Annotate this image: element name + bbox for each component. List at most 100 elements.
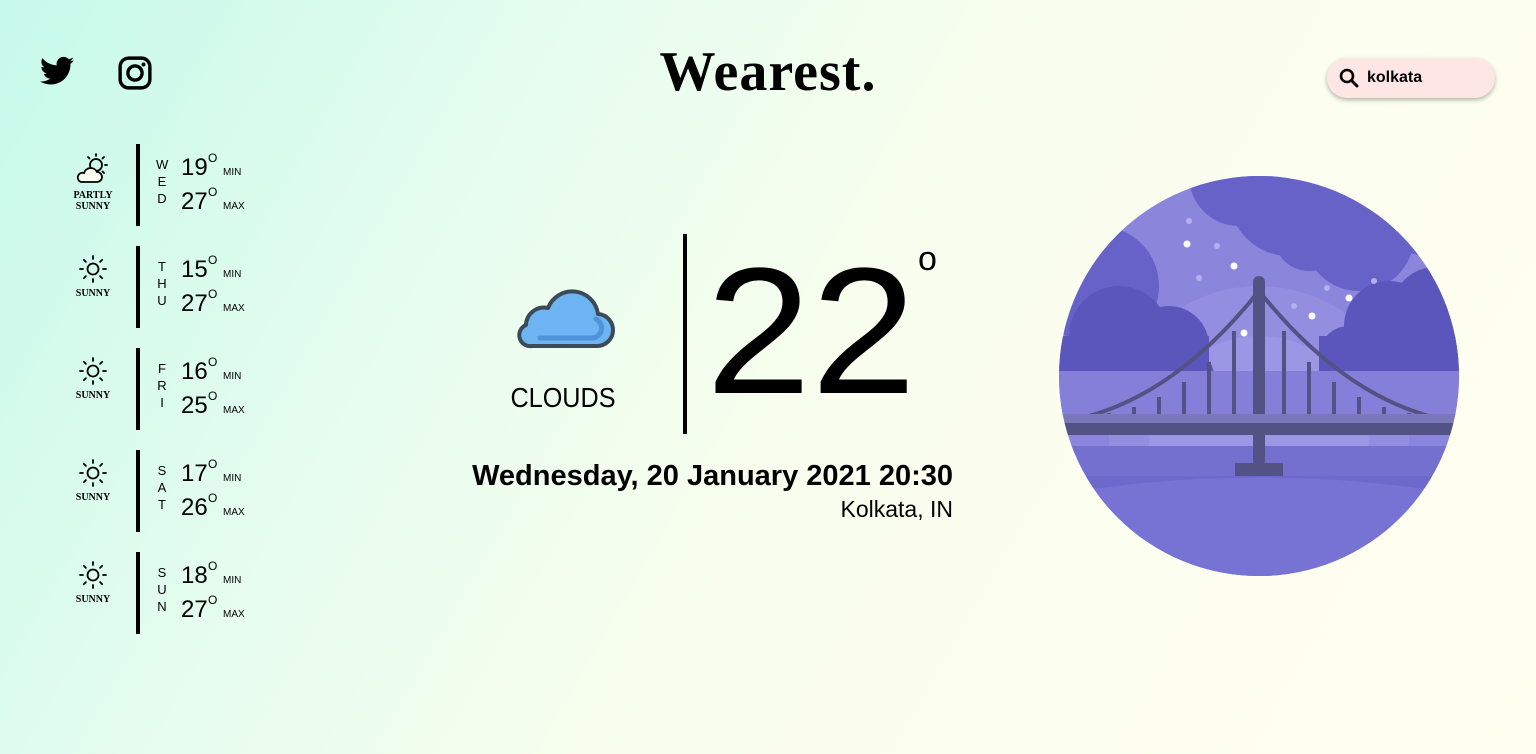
max-label: MAX	[223, 507, 245, 518]
forecast-condition-label: PARTLY SUNNY	[73, 190, 113, 212]
min-temp-value: 15	[181, 256, 208, 283]
min-label: MIN	[223, 269, 242, 280]
day-letter: R	[157, 378, 167, 393]
current-condition: CLOUDS	[510, 382, 616, 413]
forecast-condition: SUNNY	[64, 246, 122, 299]
max-temp: 26 O MAX	[181, 491, 271, 528]
day-letter: H	[157, 276, 167, 291]
forecast-divider	[136, 348, 140, 430]
forecast-day: SUNNY S A T 17 O MIN 26 O MAX	[64, 450, 264, 532]
forecast-divider	[136, 246, 140, 328]
max-label: MAX	[223, 201, 245, 212]
min-label: MIN	[223, 371, 242, 382]
max-label: MAX	[223, 303, 245, 314]
degree-symbol: O	[208, 457, 218, 471]
forecast-day: PARTLY SUNNY W E D 19 O MIN 27 O MAX	[64, 144, 264, 226]
day-letter: I	[160, 395, 164, 410]
cloud-icon	[517, 289, 615, 349]
search-box[interactable]	[1327, 58, 1495, 98]
min-label: MIN	[223, 575, 242, 586]
current-location: Kolkata, IN	[840, 496, 954, 522]
degree-symbol: O	[208, 491, 218, 505]
min-temp: 16 O MIN	[181, 355, 271, 392]
max-temp-value: 27	[181, 290, 208, 317]
current-datetime: Wednesday, 20 January 2021 20:30	[472, 460, 953, 492]
forecast-day: SUNNY S U N 18 O MIN 27 O MAX	[64, 552, 264, 634]
day-letter: T	[158, 259, 166, 274]
sun-icon	[79, 561, 107, 589]
forecast-condition-label: SUNNY	[75, 288, 111, 299]
max-temp-value: 25	[181, 392, 208, 419]
forecast-divider	[136, 552, 140, 634]
degree-symbol: O	[208, 559, 218, 573]
current-degree-symbol: o	[918, 240, 937, 278]
search-input[interactable]	[1365, 68, 1487, 88]
min-label: MIN	[223, 167, 242, 178]
current-weather-icon	[510, 278, 616, 357]
degree-symbol: O	[208, 185, 218, 199]
forecast-divider	[136, 450, 140, 532]
forecast-condition-label: SUNNY	[75, 390, 111, 401]
forecast-day-name: W E D	[156, 156, 168, 207]
min-temp: 15 O MIN	[181, 253, 271, 290]
min-label: MIN	[223, 473, 242, 484]
search-icon	[1339, 68, 1359, 88]
day-letter: W	[156, 157, 169, 172]
min-temp: 17 O MIN	[181, 457, 271, 494]
max-label: MAX	[223, 609, 245, 620]
max-temp: 25 O MAX	[181, 389, 271, 426]
sun-icon	[79, 357, 107, 385]
partly-sunny-icon	[76, 153, 108, 183]
forecast-temps: 17 O MIN 26 O MAX	[181, 457, 271, 528]
degree-symbol: O	[208, 151, 218, 165]
degree-symbol: O	[208, 253, 218, 267]
forecast-condition: SUNNY	[64, 348, 122, 401]
forecast-temps: 15 O MIN 27 O MAX	[181, 253, 271, 324]
forecast-day-name: S A T	[156, 462, 168, 513]
max-temp-value: 27	[181, 188, 208, 215]
forecast-condition: SUNNY	[64, 552, 122, 605]
forecast-condition: PARTLY SUNNY	[64, 144, 122, 212]
min-temp: 18 O MIN	[181, 559, 271, 596]
forecast-day-name: T H U	[156, 258, 168, 309]
min-temp: 19 O MIN	[181, 151, 271, 188]
sun-icon	[79, 459, 107, 487]
max-temp-value: 27	[181, 596, 208, 623]
day-letter: F	[158, 361, 166, 376]
degree-symbol: O	[208, 389, 218, 403]
day-letter: S	[157, 565, 167, 580]
forecast-condition-label: SUNNY	[75, 492, 111, 503]
forecast-temps: 18 O MIN 27 O MAX	[181, 559, 271, 630]
day-letter: E	[157, 174, 167, 189]
forecast-day: SUNNY T H U 15 O MIN 27 O MAX	[64, 246, 264, 328]
day-letter: T	[158, 497, 166, 512]
forecast-list: PARTLY SUNNY W E D 19 O MIN 27 O MAX SUN…	[64, 144, 264, 654]
max-temp: 27 O MAX	[181, 287, 271, 324]
max-temp: 27 O MAX	[181, 185, 271, 222]
day-letter: N	[157, 599, 167, 614]
night-bridge-illustration	[1059, 176, 1459, 576]
day-letter: U	[157, 582, 167, 597]
forecast-temps: 16 O MIN 25 O MAX	[181, 355, 271, 426]
min-temp-value: 17	[181, 460, 208, 487]
min-temp-value: 19	[181, 154, 208, 181]
degree-symbol: O	[208, 355, 218, 369]
min-temp-value: 18	[181, 562, 208, 589]
brand-title: Wearest.	[659, 41, 877, 103]
forecast-day-name: F R I	[156, 360, 168, 411]
max-temp: 27 O MAX	[181, 593, 271, 630]
max-label: MAX	[223, 405, 245, 416]
day-letter: D	[157, 191, 167, 206]
max-temp-value: 26	[181, 494, 208, 521]
current-divider	[683, 234, 687, 434]
day-letter: U	[157, 293, 167, 308]
sun-icon	[79, 255, 107, 283]
day-letter: S	[157, 463, 167, 478]
forecast-condition: SUNNY	[64, 450, 122, 503]
forecast-temps: 19 O MIN 27 O MAX	[181, 151, 271, 222]
degree-symbol: O	[208, 287, 218, 301]
min-temp-value: 16	[181, 358, 208, 385]
forecast-condition-label: SUNNY	[75, 594, 111, 605]
day-letter: A	[157, 480, 167, 495]
forecast-day: SUNNY F R I 16 O MIN 25 O MAX	[64, 348, 264, 430]
